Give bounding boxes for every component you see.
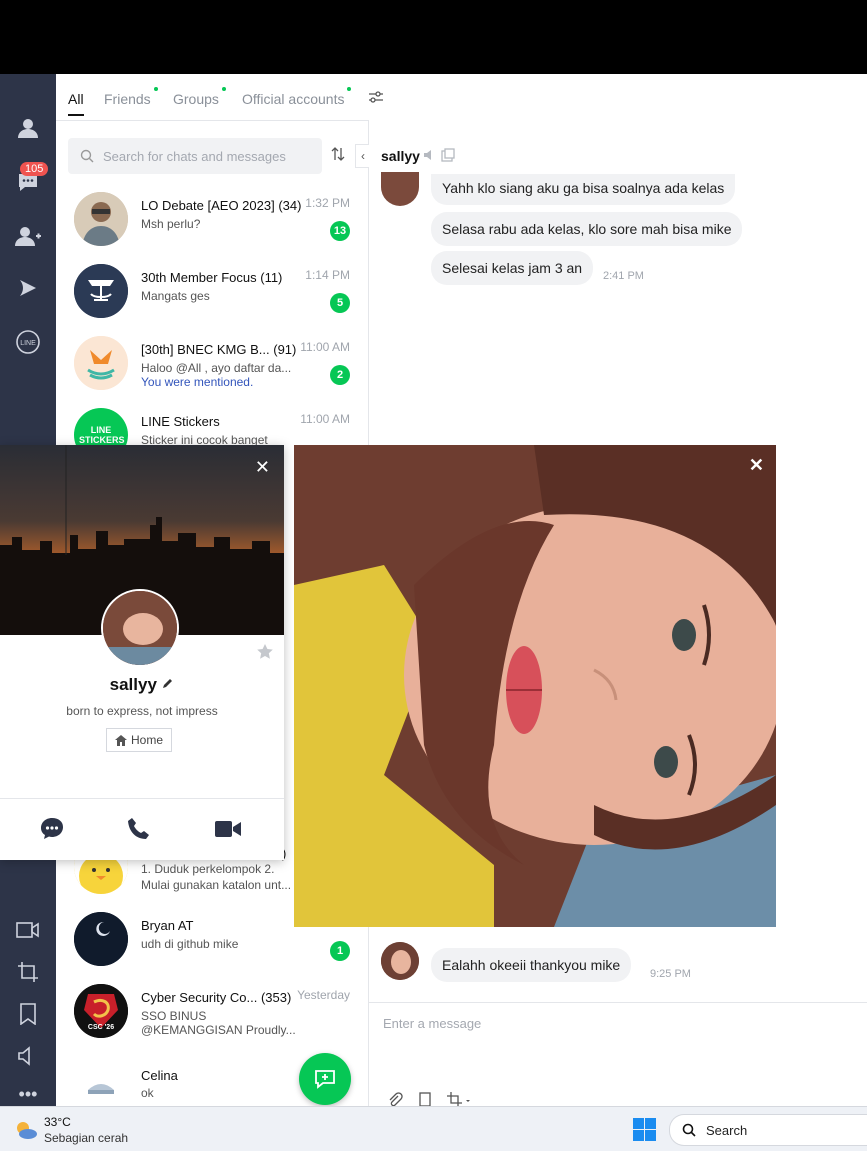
message-bubble: Yahh klo siang aku ga bisa soalnya ada k… — [431, 174, 736, 205]
chat-preview: ok — [141, 1086, 154, 1100]
profile-photo — [294, 445, 776, 927]
windows-start-icon[interactable] — [633, 1118, 656, 1146]
weather-description: Sebagian cerah — [44, 1131, 129, 1145]
more-icon[interactable]: ••• — [14, 1080, 42, 1108]
profile-divider — [0, 798, 284, 799]
unread-badge: 5 — [330, 293, 350, 313]
chat-preview: Haloo @All , ayo daftar da... — [141, 361, 292, 375]
search-icon — [80, 149, 94, 163]
voom-icon[interactable] — [14, 274, 42, 302]
crop-icon[interactable] — [14, 958, 42, 986]
contact-avatar — [74, 912, 128, 966]
filter-settings-icon[interactable] — [368, 90, 384, 109]
chat-row[interactable]: 30th Member Focus (11) Mangats ges 1:14 … — [56, 260, 368, 332]
unread-badge: 1 — [330, 941, 350, 961]
tab-all[interactable]: All — [68, 91, 84, 107]
search-icon — [682, 1123, 696, 1137]
chat-preview-line2: Mulai gunakan katalon unt... — [141, 878, 292, 892]
group-avatar — [74, 192, 128, 246]
taskbar: 33°C Sebagian cerah Search — [0, 1106, 867, 1151]
video-call-icon[interactable] — [214, 819, 242, 844]
tab-bar: All Friends Groups Official accounts — [56, 74, 867, 121]
tab-friends[interactable]: Friends — [104, 87, 158, 107]
tab-groups[interactable]: Groups — [173, 87, 226, 107]
taskbar-search-box[interactable]: Search — [669, 1114, 867, 1146]
chat-preview: SSO BINUS — [141, 1009, 207, 1023]
chat-name: Cyber Security Co... (353) — [141, 990, 292, 1005]
profile-name-row: sallyy — [0, 675, 284, 695]
chat-icon[interactable] — [39, 816, 65, 847]
chat-row[interactable]: [30th] BNEC KMG B... (91) Haloo @All , a… — [56, 332, 368, 404]
chat-row[interactable]: CSC '26 Cyber Security Co... (353) SSO B… — [56, 980, 368, 1052]
chat-time: 11:00 AM — [300, 412, 350, 426]
group-avatar — [74, 336, 128, 390]
open-window-icon[interactable] — [441, 148, 455, 167]
call-icon[interactable] — [126, 816, 152, 847]
chat-preview-line2: @KEMANGGISAN Proudly... — [141, 1023, 296, 1037]
message-time: 9:25 PM — [650, 968, 691, 980]
unread-badge: 2 — [330, 365, 350, 385]
profile-name: sallyy — [109, 675, 157, 694]
svg-text:LINE: LINE — [20, 340, 36, 347]
photo-viewer: ✕ — [294, 445, 776, 927]
chat-time: Yesterday — [297, 988, 350, 1002]
group-avatar — [74, 264, 128, 318]
friends-icon[interactable] — [14, 114, 42, 142]
chat-name: LINE Stickers — [141, 414, 220, 429]
chat-preview: 1. Duduk perkelompok 2. — [141, 862, 275, 876]
line-icon[interactable]: LINE — [14, 328, 42, 356]
chat-name: 30th Member Focus (11) — [141, 270, 283, 285]
close-icon[interactable]: ✕ — [255, 457, 270, 478]
close-icon[interactable]: ✕ — [749, 455, 764, 476]
chat-name: LO Debate [AEO 2023] (34) — [141, 198, 302, 213]
sort-icon[interactable] — [331, 146, 345, 167]
chat-name: Celina — [141, 1068, 178, 1083]
weather-temp: 33°C — [44, 1115, 71, 1129]
favorite-star-icon[interactable] — [256, 643, 274, 666]
chat-time: 1:14 PM — [305, 268, 350, 282]
video-call-icon[interactable] — [14, 916, 42, 944]
message-bubble: Selasa rabu ada kelas, klo sore mah bisa… — [431, 212, 743, 246]
profile-popup: ✕ sallyy born to express, not impress Ho… — [0, 445, 284, 860]
chat-contact-name: sallyy — [381, 148, 420, 164]
search-input[interactable]: Search for chats and messages — [103, 149, 286, 164]
mention-notice: You were mentioned. — [141, 375, 254, 389]
mute-icon[interactable] — [423, 148, 437, 167]
chats-icon[interactable]: 105 — [14, 162, 49, 196]
chats-unread-badge: 105 — [20, 162, 49, 176]
message-bubble: Ealahh okeeii thankyou mike — [431, 948, 632, 982]
message-input[interactable]: Enter a message — [383, 1016, 481, 1031]
chat-preview: Mangats ges — [141, 289, 210, 303]
chat-time: 11:00 AM — [300, 340, 350, 354]
edit-name-icon[interactable] — [161, 677, 174, 694]
sender-avatar — [381, 172, 419, 206]
active-tab-underline — [68, 114, 84, 116]
chat-name: Bryan AT — [141, 918, 194, 933]
chat-preview: Msh perlu? — [141, 217, 201, 231]
home-icon — [114, 734, 127, 746]
profile-status: born to express, not impress — [66, 704, 218, 718]
speaker-icon[interactable] — [14, 1042, 42, 1070]
group-avatar: CSC '26 — [74, 984, 128, 1038]
profile-avatar[interactable] — [101, 589, 179, 667]
chat-time: 1:32 PM — [305, 196, 350, 210]
chat-preview: udh di github mike — [141, 937, 239, 951]
new-chat-icon — [315, 1070, 335, 1089]
collapse-list-icon[interactable]: ‹ — [355, 144, 370, 168]
composer-divider — [369, 1002, 867, 1003]
sender-avatar — [381, 942, 419, 980]
chat-name: [30th] BNEC KMG B... (91) — [141, 342, 297, 357]
message-time: 2:41 PM — [603, 270, 644, 282]
unread-badge: 13 — [330, 221, 350, 241]
bookmark-icon[interactable] — [14, 1000, 42, 1028]
chat-row[interactable]: LO Debate [AEO 2023] (34) Msh perlu? 1:3… — [56, 188, 368, 260]
search-box[interactable]: Search for chats and messages — [68, 138, 322, 174]
home-button[interactable]: Home — [106, 728, 172, 752]
tab-official-accounts[interactable]: Official accounts — [242, 87, 352, 107]
message-bubble: Selesai kelas jam 3 an — [431, 251, 594, 285]
new-chat-button[interactable] — [299, 1053, 351, 1105]
weather-icon[interactable] — [14, 1119, 38, 1146]
add-friend-icon[interactable] — [14, 222, 42, 250]
